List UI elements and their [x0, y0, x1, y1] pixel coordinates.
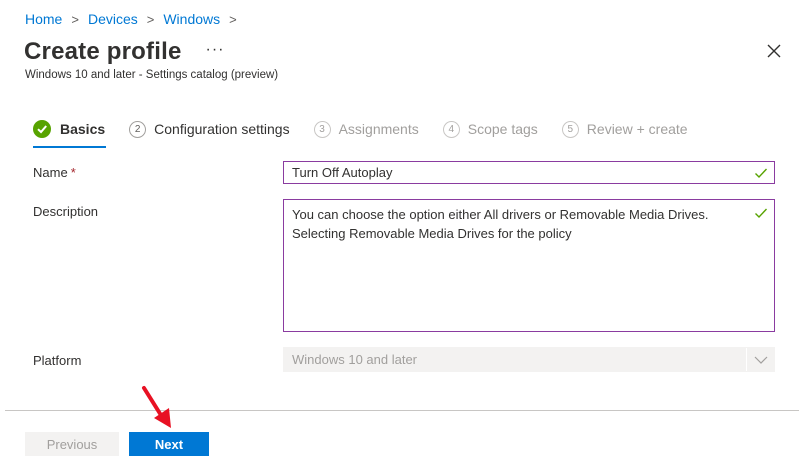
description-field[interactable]: You can choose the option either All dri…	[283, 199, 775, 332]
red-arrow-annotation	[142, 386, 171, 428]
checkmark-icon	[755, 168, 768, 179]
description-label: Description	[33, 204, 99, 219]
step-number: 4	[442, 120, 460, 138]
active-tab-indicator	[33, 146, 106, 148]
step-number: 5	[561, 120, 579, 138]
title-row: Create profile ···	[24, 38, 225, 66]
checkmark-circle-icon	[33, 120, 51, 138]
breadcrumb-home[interactable]: Home	[25, 11, 62, 27]
step-label: Review + create	[586, 121, 688, 137]
page-subtitle: Windows 10 and later - Settings catalog …	[25, 69, 279, 81]
platform-label: Platform	[33, 353, 82, 368]
chevron-down-icon	[746, 348, 774, 371]
description-field-value: You can choose the option either All dri…	[292, 207, 709, 241]
tab-review-create[interactable]: 5 Review + create	[561, 120, 688, 138]
platform-dropdown[interactable]: Windows 10 and later	[283, 347, 775, 372]
previous-button[interactable]: Previous	[25, 432, 119, 456]
close-icon[interactable]	[765, 42, 783, 60]
required-marker: *	[70, 165, 76, 180]
step-label: Scope tags	[467, 121, 538, 137]
tab-configuration-settings[interactable]: 2 Configuration settings	[129, 120, 290, 138]
page-title: Create profile	[24, 38, 182, 65]
breadcrumb-devices[interactable]: Devices	[88, 11, 138, 27]
breadcrumb-windows[interactable]: Windows	[163, 11, 220, 27]
platform-selected-value: Windows 10 and later	[292, 352, 418, 367]
more-options-button[interactable]: ···	[206, 41, 225, 59]
step-label: Assignments	[338, 121, 419, 137]
checkmark-icon	[755, 208, 768, 219]
breadcrumb-separator: >	[71, 11, 79, 27]
breadcrumb-separator: >	[229, 11, 237, 27]
tab-basics[interactable]: Basics	[33, 120, 105, 138]
footer-divider	[5, 410, 799, 411]
step-number: 2	[129, 120, 147, 138]
name-label-text: Name	[33, 165, 68, 180]
tab-scope-tags[interactable]: 4 Scope tags	[442, 120, 538, 138]
name-label: Name *	[33, 165, 76, 180]
step-label: Basics	[60, 121, 106, 137]
breadcrumb: Home > Devices > Windows >	[25, 11, 246, 27]
tab-assignments[interactable]: 3 Assignments	[313, 120, 419, 138]
wizard-steps: Basics 2 Configuration settings 3 Assign…	[33, 120, 712, 138]
name-field-value: Turn Off Autoplay	[292, 165, 393, 180]
name-field[interactable]: Turn Off Autoplay	[283, 161, 775, 184]
breadcrumb-separator: >	[146, 11, 155, 27]
next-button[interactable]: Next	[129, 432, 209, 456]
step-number: 3	[313, 120, 331, 138]
step-label: Configuration settings	[154, 121, 290, 137]
